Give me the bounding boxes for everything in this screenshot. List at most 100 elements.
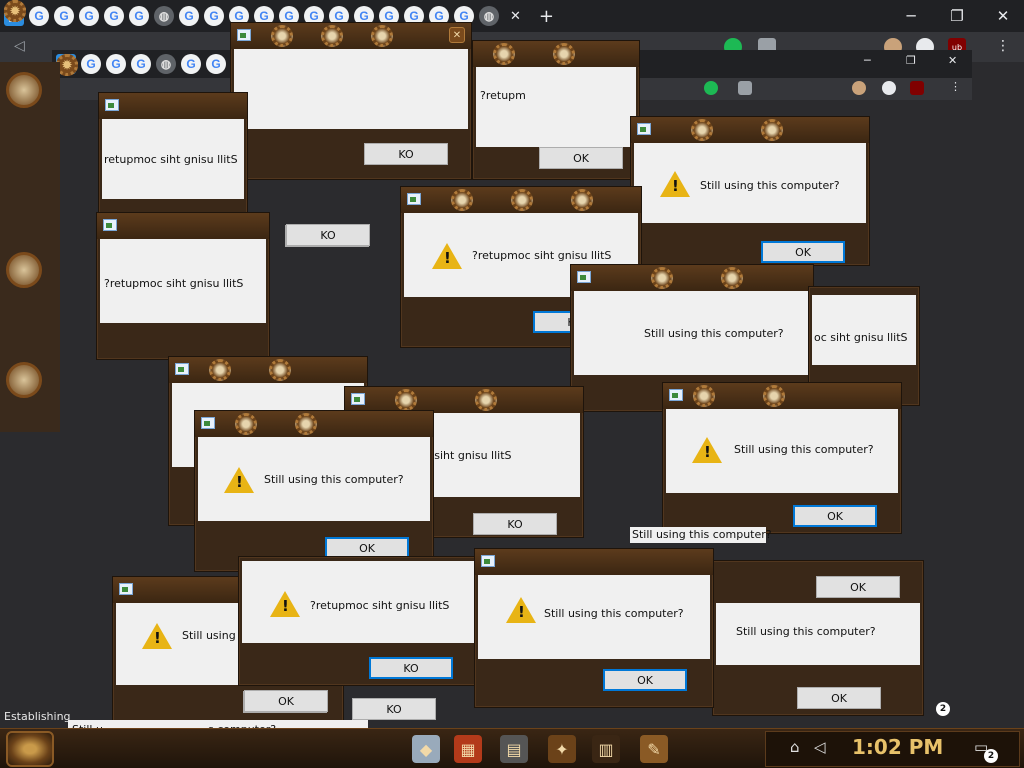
ko-button[interactable]: KO bbox=[286, 224, 370, 246]
tab-favicon-settings[interactable]: ◍ bbox=[156, 54, 176, 74]
steampunk-start-icon[interactable] bbox=[6, 731, 54, 767]
tab-close-icon[interactable]: ✕ bbox=[510, 9, 521, 24]
browser-tab-strip: ▣ G G ✹ G G G ◍ ✹ ✹ G ✹ G ✹ G G ✹ G G ✹ … bbox=[0, 0, 1024, 32]
extension-icon[interactable] bbox=[882, 81, 896, 95]
ok-button[interactable]: OK bbox=[793, 505, 877, 527]
paint-palette-icon[interactable]: ✎ bbox=[640, 735, 668, 763]
dialog-app-icon bbox=[481, 555, 495, 567]
taskbar-app-icon[interactable]: ◆ bbox=[412, 735, 440, 763]
maximize-button[interactable]: ❐ bbox=[906, 54, 916, 67]
ko-button[interactable]: KO bbox=[364, 143, 448, 165]
ublock-icon[interactable] bbox=[910, 81, 924, 95]
steampunk-side-decoration bbox=[0, 62, 60, 432]
dialog-message: ?retupmoc siht gnisu llitS bbox=[472, 249, 612, 262]
tab-favicon-google[interactable]: G bbox=[29, 6, 49, 26]
tab-favicon-google[interactable]: G bbox=[181, 54, 201, 74]
volume-muted-icon[interactable]: ◁ bbox=[814, 738, 826, 756]
ok-button[interactable]: OK bbox=[539, 147, 623, 169]
dialog-app-icon bbox=[237, 29, 251, 41]
dialog-title-bar bbox=[99, 93, 247, 119]
dialog-body: Still using this computer? bbox=[574, 291, 810, 375]
dialog-body: ?retupm bbox=[476, 67, 636, 147]
close-window-button[interactable]: ✕ bbox=[948, 54, 957, 67]
extension-icon[interactable] bbox=[738, 81, 752, 95]
dialog-app-icon bbox=[351, 393, 365, 405]
ko-button[interactable]: KO bbox=[473, 513, 557, 535]
dialog-title-bar bbox=[195, 411, 433, 437]
dialog-title-bar bbox=[571, 265, 813, 291]
taskbar-app-icon[interactable]: ✦ bbox=[548, 735, 576, 763]
taskbar-app-icon[interactable]: ▦ bbox=[454, 735, 482, 763]
extension-icon[interactable] bbox=[704, 81, 718, 95]
tab-favicon-settings[interactable]: ◍ bbox=[154, 6, 174, 26]
minimize-button[interactable]: ─ bbox=[888, 0, 934, 32]
tab-favicon-google[interactable]: G bbox=[129, 6, 149, 26]
dialog-title-bar bbox=[475, 549, 713, 575]
tab-favicon-google[interactable]: G bbox=[131, 54, 151, 74]
browser-status-text: Establishing bbox=[4, 710, 71, 723]
dialog-title-bar bbox=[631, 117, 869, 143]
dialog-body: ?retupmoc siht gnisu llitS bbox=[242, 561, 474, 643]
taskbar-app-icon[interactable]: ▥ bbox=[592, 735, 620, 763]
dialog-window: ?retupmoc siht gnisu llitS KO bbox=[96, 212, 369, 360]
network-icon[interactable]: ⌂ bbox=[790, 738, 800, 756]
dialog-app-icon bbox=[105, 99, 119, 111]
dialog-app-icon bbox=[407, 193, 421, 205]
tab-favicon-google[interactable]: G bbox=[81, 54, 101, 74]
ok-button[interactable]: OK bbox=[603, 669, 687, 691]
ko-button[interactable]: KO bbox=[369, 657, 453, 679]
dialog-app-icon bbox=[577, 271, 591, 283]
menu-icon[interactable]: ⋮ bbox=[950, 80, 961, 93]
dialog-body bbox=[234, 49, 468, 129]
gauge-icon bbox=[6, 72, 42, 108]
dialog-message: retupmoc siht gnisu llitS bbox=[104, 153, 238, 166]
ok-button[interactable]: OK bbox=[244, 690, 328, 712]
dialog-close-button[interactable]: ✕ bbox=[449, 27, 465, 43]
dialog-message: ?retupmoc siht gnisu llitS bbox=[310, 599, 450, 612]
new-tab-button[interactable]: + bbox=[539, 6, 554, 27]
dialog-message: Still using this computer? bbox=[264, 473, 404, 486]
maximize-button[interactable]: ❐ bbox=[934, 0, 980, 32]
dialog-body: Still using this computer? bbox=[478, 575, 710, 659]
dialog-window: ✕ KO bbox=[230, 22, 472, 180]
tab-favicon-google[interactable]: G bbox=[104, 6, 124, 26]
ok-button[interactable]: OK bbox=[761, 241, 845, 263]
warning-triangle-icon bbox=[692, 437, 722, 463]
dialog-window: Still using this computer? OK bbox=[194, 410, 434, 572]
gauge-icon bbox=[6, 362, 42, 398]
calculator-icon[interactable]: ▤ bbox=[500, 735, 528, 763]
tab-favicon-google[interactable]: G bbox=[106, 54, 126, 74]
dialog-message: Still using this computer? bbox=[734, 443, 874, 456]
ok-button[interactable]: OK bbox=[816, 576, 900, 598]
dialog-message: Still using this computer? bbox=[736, 625, 876, 638]
dialog-message: ?retupm bbox=[480, 89, 526, 102]
dialog-app-icon bbox=[201, 417, 215, 429]
ok-button[interactable]: OK bbox=[797, 687, 881, 709]
tab-favicon-steampunk[interactable]: ✹ bbox=[4, 0, 26, 22]
dialog-app-icon bbox=[119, 583, 133, 595]
dialog-message: Still using this computer? bbox=[700, 179, 840, 192]
dialog-app-icon bbox=[669, 389, 683, 401]
avatar-icon[interactable] bbox=[852, 81, 866, 95]
tab-favicon-google[interactable]: G bbox=[206, 54, 226, 74]
menu-icon[interactable]: ⋮ bbox=[996, 38, 1010, 54]
clock[interactable]: 1:02 PM bbox=[852, 735, 943, 759]
tab-favicon-google[interactable]: G bbox=[79, 6, 99, 26]
gauge-icon bbox=[6, 252, 42, 288]
tab-favicon-google[interactable]: G bbox=[204, 6, 224, 26]
close-window-button[interactable]: ✕ bbox=[980, 0, 1024, 32]
dialog-body: Still using this computer? bbox=[666, 409, 898, 493]
tab-favicon-google[interactable]: G bbox=[54, 6, 74, 26]
dialog-message: Still using this computer? bbox=[544, 607, 684, 620]
warning-triangle-icon bbox=[432, 243, 462, 269]
warning-triangle-icon bbox=[660, 171, 690, 197]
taskbar: ◆ ▦ ▤ ✦ ▥ ✎ ⌂ ◁ 1:02 PM ▭ 2 bbox=[0, 728, 1024, 768]
tab-favicon-settings[interactable]: ◍ bbox=[479, 6, 499, 26]
dialog-message: Still using this computer? bbox=[632, 528, 772, 541]
ko-button[interactable]: KO bbox=[352, 698, 436, 720]
minimize-button[interactable]: ─ bbox=[864, 54, 871, 67]
dialog-body: Still using this computer? bbox=[198, 437, 430, 521]
tab-favicon-google[interactable]: G bbox=[179, 6, 199, 26]
dialog-title-bar bbox=[401, 187, 641, 213]
back-icon[interactable]: ◁ bbox=[14, 38, 25, 54]
